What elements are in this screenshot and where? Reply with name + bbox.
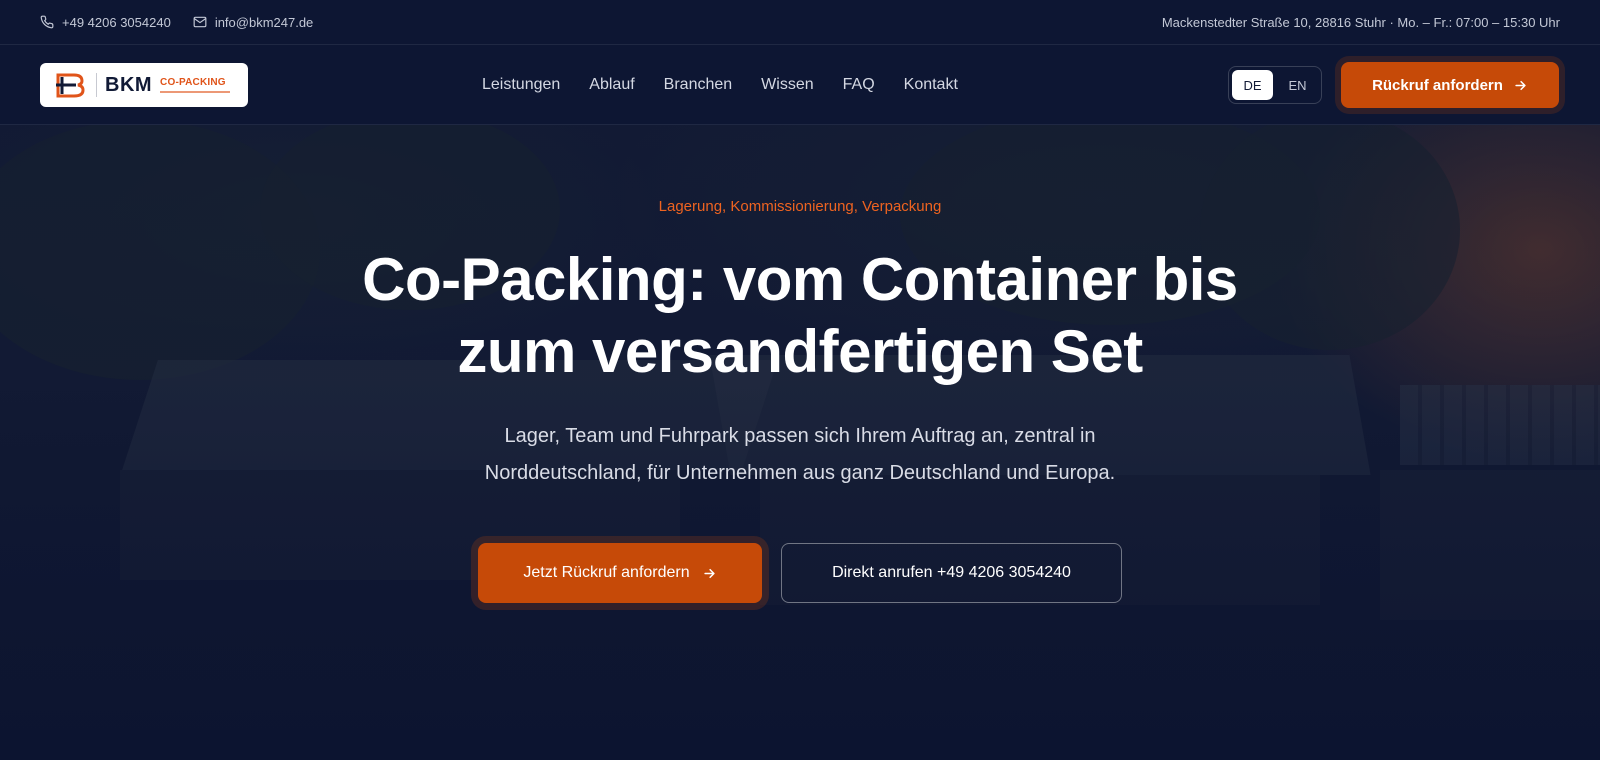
- nav-item-kontakt[interactable]: Kontakt: [904, 76, 958, 94]
- bkm-logo[interactable]: BKM CO-PACKING: [40, 63, 248, 107]
- language-option-de[interactable]: DE: [1232, 70, 1273, 100]
- phone-number: +49 4206 3054240: [62, 14, 171, 30]
- hero-call-button[interactable]: Direkt anrufen +49 4206 3054240: [781, 543, 1122, 603]
- address-hours: Mackenstedter Straße 10, 28816 Stuhr · M…: [1161, 14, 1560, 30]
- arrow-right-icon: [1515, 80, 1526, 90]
- logo-tagline-block: CO-PACKING: [160, 77, 231, 93]
- logo-tagline-underline: [160, 91, 231, 93]
- email-contact[interactable]: info@bkm247.de: [193, 15, 313, 30]
- nav-item-wissen[interactable]: Wissen: [761, 76, 813, 94]
- hero-headline: Co-Packing: vom Container bis zum versan…: [200, 244, 1400, 388]
- hero-subline-line-2: Norddeutschland, für Unternehmen aus gan…: [484, 462, 1116, 484]
- hero-callback-button[interactable]: Jetzt Rückruf anfordern: [478, 543, 762, 603]
- mail-icon: [193, 16, 207, 28]
- nav-item-leistungen[interactable]: Leistungen: [482, 76, 560, 94]
- hero-headline-line-2: zum versandfertigen Set: [457, 318, 1143, 385]
- nav-item-branchen[interactable]: Branchen: [664, 76, 733, 94]
- hero-callback-label: Jetzt Rückruf anfordern: [523, 564, 690, 581]
- logo-divider: [96, 73, 97, 97]
- email-address: info@bkm247.de: [214, 14, 314, 30]
- language-option-en[interactable]: EN: [1277, 70, 1318, 100]
- hero-headline-line-1: Co-Packing: vom Container bis: [362, 246, 1238, 313]
- logo-tagline: CO-PACKING: [160, 77, 226, 88]
- nav-item-ablauf[interactable]: Ablauf: [589, 76, 634, 94]
- logo-brand: BKM: [105, 73, 153, 96]
- nav-item-faq[interactable]: FAQ: [843, 76, 875, 94]
- bkm-logo-mark-icon: [56, 73, 85, 98]
- hero-subline-line-1: Lager, Team und Fuhrpark passen sich Ihr…: [504, 425, 1096, 447]
- main-navigation: BKM CO-PACKING Leistungen Ablauf Branche…: [0, 45, 1600, 125]
- hero-subline: Lager, Team und Fuhrpark passen sich Ihr…: [400, 418, 1200, 492]
- top-info-bar: +49 4206 3054240 info@bkm247.de Mackenst…: [0, 0, 1600, 45]
- nav-menu: Leistungen Ablauf Branchen Wissen FAQ Ko…: [482, 45, 987, 125]
- hero-call-label: Direkt anrufen +49 4206 3054240: [832, 564, 1071, 581]
- callback-request-label: Rückruf anfordern: [1372, 76, 1503, 94]
- phone-icon: [40, 15, 54, 29]
- arrow-right-icon: [703, 568, 715, 578]
- language-switcher: DE EN: [1228, 66, 1322, 104]
- phone-contact[interactable]: +49 4206 3054240: [40, 15, 171, 30]
- callback-request-button[interactable]: Rückruf anfordern: [1341, 62, 1559, 108]
- hero-eyebrow: Lagerung, Kommissionierung, Verpackung: [658, 198, 942, 215]
